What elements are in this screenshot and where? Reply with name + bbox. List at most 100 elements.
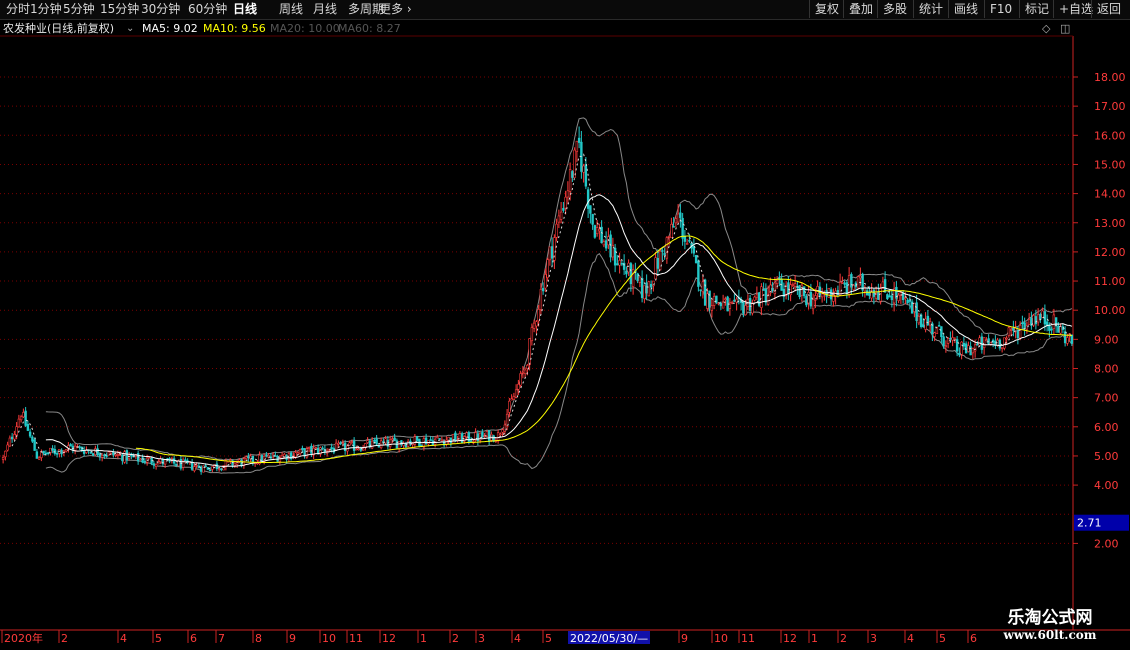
candle-body [37,457,41,460]
candle-body [683,236,687,242]
candle-body [672,226,675,228]
candle-body [469,440,473,443]
candle-body [584,164,588,187]
candle-body [656,257,660,269]
date-tick-label: 4 [120,632,127,645]
candle-body [571,171,574,178]
date-tick-label: 5 [155,632,162,645]
candle-body [618,260,621,266]
candle-body [1018,325,1022,339]
candle-body [172,458,176,464]
price-tick-label: 5.00 [1094,450,1119,463]
candle-body [877,291,880,300]
candle-body [688,240,691,242]
candle-body [305,448,309,458]
candle-body [604,240,608,249]
candle-body [143,460,147,463]
candle-body [708,290,711,308]
candle-body [15,426,18,436]
candle-body [44,452,48,455]
date-tick-label: 2020年 [4,631,43,645]
candle-body [539,289,543,310]
candle-body [1007,327,1011,336]
candle-body [706,293,709,309]
candle-body [35,451,39,459]
candle-body [161,459,165,465]
candle-body [883,279,887,293]
candle-body [1048,324,1051,331]
candle-body [330,447,333,450]
candle-body [1050,328,1053,331]
candle-body [278,457,282,462]
candle-body [501,429,504,433]
candle-body [154,463,158,467]
candle-body [852,285,855,291]
candle-body [613,247,617,266]
price-tick-label: 4.00 [1094,479,1119,492]
candle-body [949,337,952,340]
candle-body [946,338,950,344]
candle-body [424,437,428,445]
date-tick-label: 10 [714,632,728,645]
candle-body [55,453,59,455]
date-tick-label: 3 [870,632,877,645]
date-tick-label: 11 [349,632,363,645]
candle-body [391,438,394,441]
candle-body [645,282,648,294]
candle-body [913,303,916,312]
candle-body [310,445,313,454]
candle-body [1066,337,1069,344]
candle-body [121,454,124,462]
price-tick-label: 8.00 [1094,363,1119,376]
candle-body [294,452,297,458]
candle-body [1027,319,1031,325]
candle-body [602,241,606,246]
candle-body [238,459,241,462]
date-tick-label: 2 [840,632,847,645]
candle-body [301,447,304,450]
price-tick-label: 18.00 [1094,71,1126,84]
candle-body [388,439,392,447]
candle-body [805,295,808,306]
candle-body [679,212,682,218]
candle-body [897,294,900,301]
candle-body [699,289,702,292]
candle-body [721,301,725,309]
candle-body [886,294,889,300]
candle-body [629,263,633,285]
candle-body [1005,337,1008,340]
candle-body [1070,334,1074,344]
candle-body [982,337,986,348]
price-tick-label: 11.00 [1094,275,1126,288]
candle-body [694,255,698,264]
candle-body [152,463,156,466]
candle-body [184,459,187,461]
candle-body [78,446,81,448]
candle-body [499,433,502,436]
candle-body [800,284,804,296]
candle-body [744,305,747,316]
candle-body [451,434,455,444]
candle-body [438,438,441,440]
date-tick-label: 2 [61,632,68,645]
candle-body [685,243,689,245]
candle-body [1012,327,1015,331]
candle-body [496,432,500,442]
candle-body [888,295,891,298]
candle-body [575,140,579,152]
candle-body [298,449,302,454]
price-tick-label: 12.00 [1094,246,1126,259]
chart-area[interactable]: 18.0017.0016.0015.0014.0013.0012.0011.00… [0,0,1130,650]
candle-body [568,169,572,192]
price-tick-label: 16.00 [1094,129,1126,142]
candle-body [879,288,882,302]
candle-body [436,436,439,439]
candle-body [530,327,534,342]
candle-body [454,432,457,442]
candle-body [370,440,374,449]
date-tick-label: 9 [289,632,296,645]
candle-body [1032,315,1035,326]
candle-body [735,298,738,303]
candle-body [586,189,590,209]
candle-body [807,292,810,304]
